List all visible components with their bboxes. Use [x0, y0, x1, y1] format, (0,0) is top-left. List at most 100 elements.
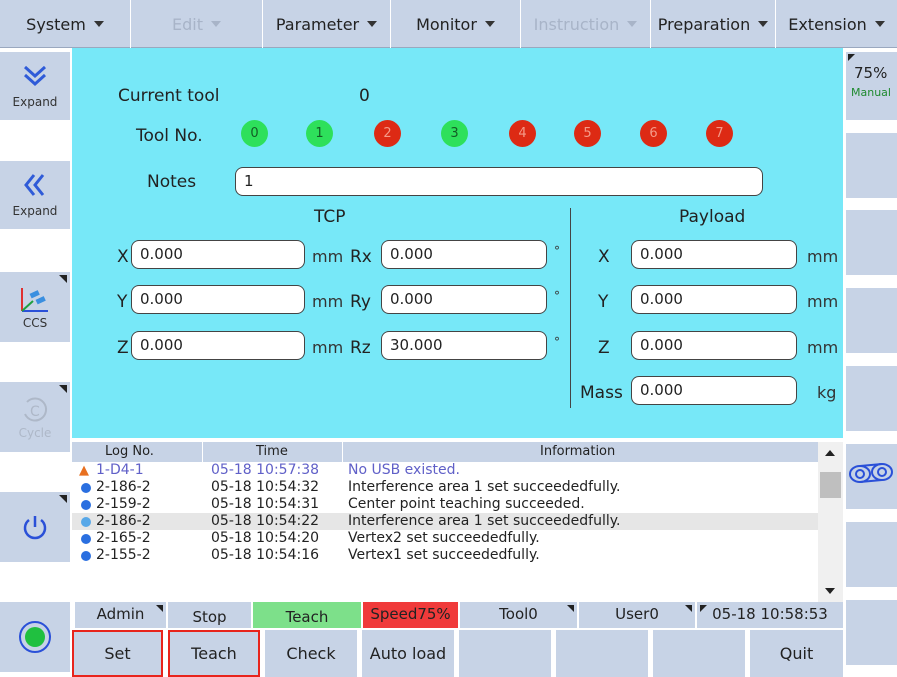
- tcp-rx-label: Rx: [350, 247, 372, 267]
- log-row[interactable]: 2-155-2 05-18 10:54:16 Vertex1 set succe…: [72, 547, 818, 564]
- menu-preparation[interactable]: Preparation: [651, 0, 776, 48]
- datetime-status: 05-18 10:58:53: [697, 602, 843, 628]
- tool-indicator-6[interactable]: 6: [640, 120, 667, 147]
- tcp-z-field[interactable]: 0.000: [131, 331, 305, 360]
- log-row[interactable]: 2-186-2 05-18 10:54:32 Interference area…: [72, 479, 818, 496]
- ccs-button[interactable]: CCS: [0, 272, 70, 342]
- tcp-x-field[interactable]: 0.000: [131, 240, 305, 269]
- tcp-y-field[interactable]: 0.000: [131, 285, 305, 314]
- log-row[interactable]: ▲ 1-D4-1 05-18 10:57:38 No USB existed.: [72, 462, 818, 479]
- robot-view-button[interactable]: [846, 444, 897, 509]
- scrollbar-thumb[interactable]: [820, 472, 841, 498]
- user-status-label: Admin: [96, 605, 145, 623]
- tool-indicator-4[interactable]: 4: [509, 120, 536, 147]
- robot-arm-icon: [849, 463, 893, 483]
- corner-marker-icon: [156, 605, 163, 612]
- record-button[interactable]: [0, 602, 70, 672]
- user-frame-status[interactable]: User0: [579, 602, 696, 628]
- tcp-rx-field[interactable]: 0.000: [381, 240, 547, 269]
- expand-left-button[interactable]: Expand: [0, 161, 70, 229]
- payload-y-field[interactable]: 0.000: [631, 285, 797, 314]
- log-col-time: Time: [256, 444, 288, 459]
- ccs-label: CCS: [22, 316, 48, 330]
- info-icon: [81, 534, 91, 544]
- corner-marker-icon: [685, 605, 692, 612]
- tool-indicator-3[interactable]: 3: [441, 120, 468, 147]
- set-button[interactable]: Set: [72, 630, 163, 677]
- tcp-rz-field[interactable]: 30.000: [381, 331, 547, 360]
- empty-button-5[interactable]: [459, 630, 551, 677]
- menu-parameter[interactable]: Parameter: [263, 0, 391, 48]
- tool-indicator-5[interactable]: 5: [574, 120, 601, 147]
- info-icon: [81, 551, 91, 561]
- menu-monitor[interactable]: Monitor: [391, 0, 521, 48]
- right-button-5[interactable]: [846, 366, 897, 431]
- right-button-3[interactable]: [846, 210, 897, 275]
- section-divider: [570, 208, 571, 408]
- tcp-y-label: Y: [117, 292, 128, 312]
- svg-text:C: C: [30, 404, 40, 420]
- tool-indicator-2[interactable]: 2: [374, 120, 401, 147]
- empty-button-7[interactable]: [653, 630, 745, 677]
- user-status[interactable]: Admin: [75, 602, 167, 628]
- tool-indicator-7[interactable]: 7: [706, 120, 733, 147]
- log-panel: Log No. Time Information ▲ 1-D4-1 05-18 …: [72, 442, 843, 602]
- payload-y-unit: mm: [807, 292, 839, 311]
- payload-mass-field[interactable]: 0.000: [631, 376, 797, 405]
- right-button-8[interactable]: [846, 600, 897, 665]
- right-button-4[interactable]: [846, 288, 897, 353]
- menu-monitor-label: Monitor: [416, 14, 477, 34]
- log-time: 05-18 10:57:38: [211, 462, 320, 478]
- menu-extension[interactable]: Extension: [776, 0, 897, 48]
- tcp-ry-field[interactable]: 0.000: [381, 285, 547, 314]
- log-row[interactable]: 2-165-2 05-18 10:54:20 Vertex2 set succe…: [72, 530, 818, 547]
- corner-marker-icon: [567, 605, 574, 612]
- cycle-button[interactable]: C Cycle: [0, 382, 70, 452]
- main-menu-bar: System Edit Parameter Monitor Instructio…: [0, 0, 897, 48]
- menu-system[interactable]: System: [0, 0, 131, 48]
- log-info: No USB existed.: [348, 462, 460, 478]
- payload-z-field[interactable]: 0.000: [631, 331, 797, 360]
- teach-button[interactable]: Teach: [168, 630, 260, 677]
- power-button[interactable]: [0, 492, 70, 562]
- tool-status-label: Tool0: [499, 605, 538, 623]
- right-sidebar: 75% Manual: [843, 48, 897, 677]
- chevron-down-icon: [627, 21, 638, 27]
- payload-x-field[interactable]: 0.000: [631, 240, 797, 269]
- corner-marker-icon: [59, 275, 67, 283]
- tcp-rz-label: Rz: [350, 338, 371, 358]
- corner-marker-icon: [59, 385, 67, 393]
- expand-down-button[interactable]: Expand: [0, 52, 70, 120]
- right-button-2[interactable]: [846, 133, 897, 198]
- expand-left-label: Expand: [12, 204, 58, 218]
- speed-mode-button[interactable]: 75% Manual: [846, 52, 897, 120]
- mode-status: Teach: [253, 602, 362, 628]
- corner-marker-icon: [59, 495, 67, 503]
- tool-status[interactable]: Tool0: [460, 602, 578, 628]
- tcp-z-unit: mm: [312, 338, 344, 357]
- tool-settings-panel: Current tool 0 Tool No. 0 1 2 3 4 5 6 7 …: [72, 48, 843, 438]
- log-time: 05-18 10:54:22: [211, 513, 320, 529]
- log-time: 05-18 10:54:31: [211, 496, 320, 512]
- log-scrollbar[interactable]: [818, 442, 843, 602]
- scroll-up-arrow-icon[interactable]: [825, 450, 835, 456]
- tool-indicator-0[interactable]: 0: [241, 120, 268, 147]
- quit-button[interactable]: Quit: [750, 630, 843, 677]
- check-button[interactable]: Check: [265, 630, 357, 677]
- menu-edit[interactable]: Edit: [131, 0, 263, 48]
- left-sidebar: Expand Expand CCS C Cycle: [0, 48, 72, 677]
- empty-button-6[interactable]: [556, 630, 648, 677]
- log-info: Interference area 1 set succeededfully.: [348, 479, 621, 495]
- current-tool-label: Current tool: [118, 86, 220, 106]
- tool-indicator-1[interactable]: 1: [306, 120, 333, 147]
- payload-x-label: X: [598, 247, 610, 267]
- power-icon: [23, 516, 47, 540]
- right-button-7[interactable]: [846, 522, 897, 587]
- menu-instruction[interactable]: Instruction: [521, 0, 651, 48]
- log-row[interactable]: 2-159-2 05-18 10:54:31 Center point teac…: [72, 496, 818, 513]
- auto-load-button[interactable]: Auto load: [362, 630, 454, 677]
- log-row-selected[interactable]: 2-186-2 05-18 10:54:22 Interference area…: [72, 513, 818, 530]
- scroll-down-arrow-icon[interactable]: [825, 588, 835, 594]
- notes-field[interactable]: 1: [235, 167, 763, 196]
- menu-extension-label: Extension: [788, 14, 867, 34]
